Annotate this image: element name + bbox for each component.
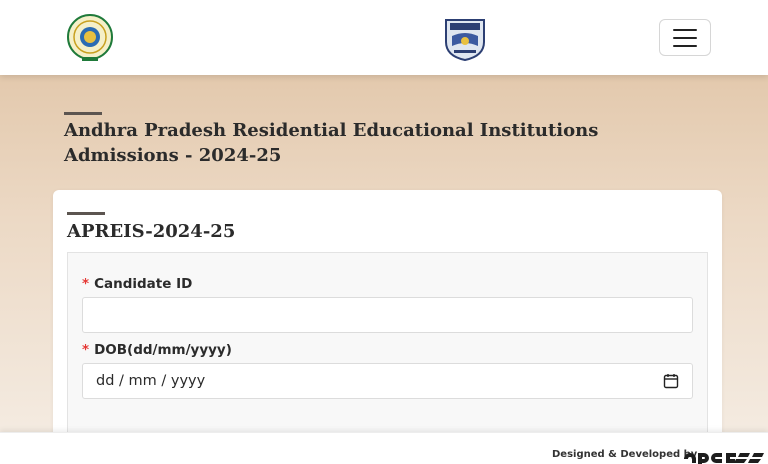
menu-toggle-button[interactable]: [659, 19, 711, 56]
footer: Designed & Developed by: [0, 432, 768, 464]
required-mark: *: [82, 342, 90, 358]
calendar-icon[interactable]: [663, 373, 679, 389]
title-accent-line: [64, 112, 102, 115]
page-title: Andhra Pradesh Residential Educational I…: [64, 120, 599, 166]
footer-credit: Designed & Developed by: [552, 449, 698, 460]
top-navbar: [0, 0, 768, 75]
dob-label: * DOB(dd/mm/yyyy): [82, 342, 232, 358]
candidate-id-label-text: Candidate ID: [94, 276, 193, 292]
hamburger-menu-icon: [673, 28, 697, 31]
dob-date-input[interactable]: dd / mm / yyyy: [82, 363, 693, 399]
hamburger-menu-icon: [673, 44, 697, 47]
card-title-accent-line: [67, 212, 105, 215]
required-mark: *: [82, 276, 90, 292]
dob-placeholder: dd / mm / yyyy: [96, 373, 206, 389]
dob-label-text: DOB(dd/mm/yyyy): [94, 342, 232, 358]
andhra-pradesh-emblem-icon[interactable]: [66, 13, 114, 63]
card-title: APREIS-2024-25: [67, 221, 236, 242]
candidate-id-label: * Candidate ID: [82, 276, 192, 292]
hamburger-menu-icon: [673, 36, 697, 39]
candidate-id-input[interactable]: [82, 297, 693, 333]
apcfss-logo-icon[interactable]: [680, 443, 766, 464]
apreis-crest-icon[interactable]: [440, 14, 490, 62]
